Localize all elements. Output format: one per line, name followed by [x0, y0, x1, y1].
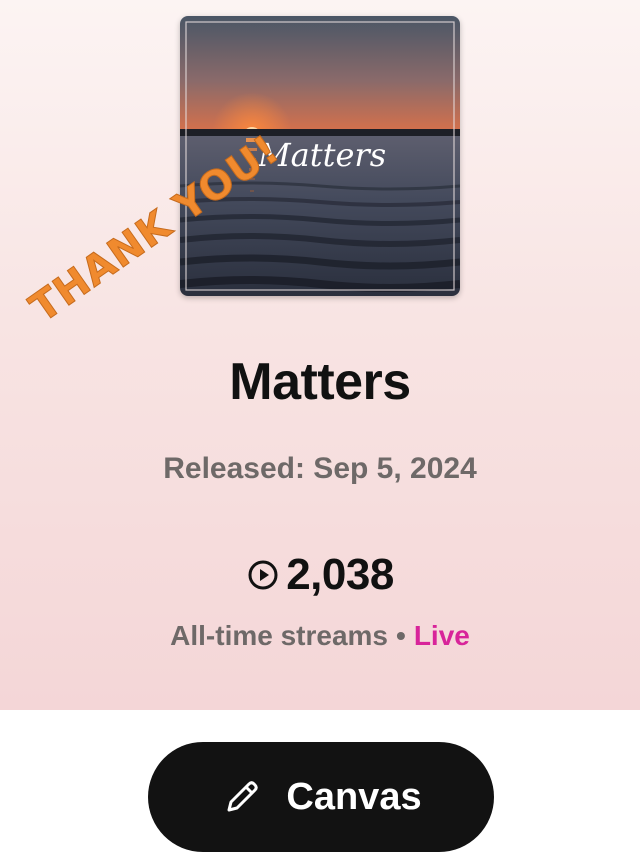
canvas-button[interactable]: Canvas [148, 742, 494, 852]
separator-dot: • [396, 620, 406, 651]
streams-label: All-time streams [170, 620, 389, 651]
streams-caption: All-time streams • Live [0, 620, 640, 652]
song-title: Matters [229, 353, 411, 411]
pencil-icon [227, 781, 259, 812]
track-header: Matters THANK YOU! Matters Released: Sep… [0, 0, 640, 710]
release-date: Released: Sep 5, 2024 [163, 452, 477, 485]
stream-count: 2,038 [286, 550, 394, 599]
live-badge: Live [413, 620, 470, 651]
stream-count-row: 2,038 [0, 550, 640, 600]
canvas-button-label: Canvas [286, 775, 422, 818]
play-circle-icon [248, 560, 278, 590]
